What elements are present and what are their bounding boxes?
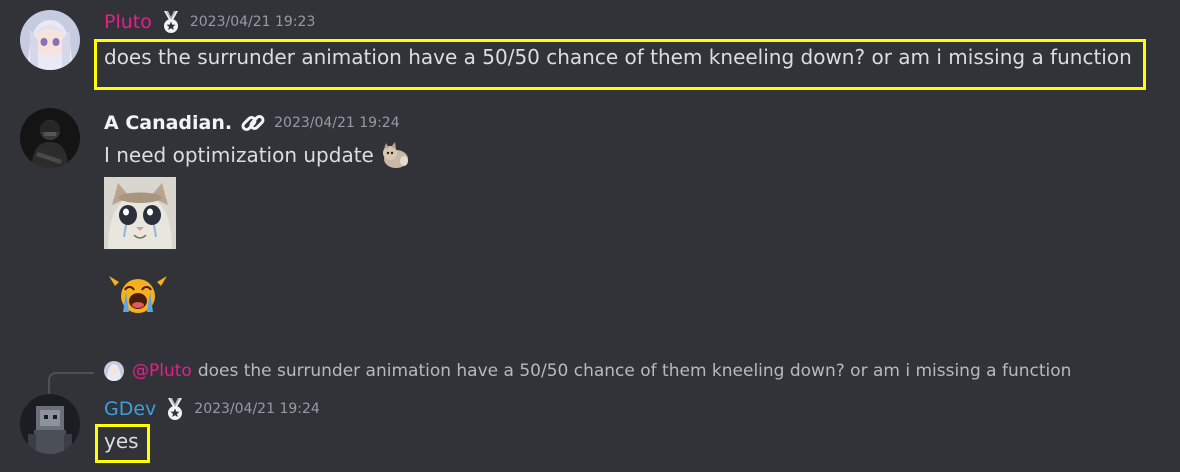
crying-face-emoji[interactable] (105, 272, 171, 316)
reply-mention[interactable]: @Pluto (132, 359, 192, 383)
username-gdev[interactable]: GDev (104, 397, 156, 421)
message-line: I need optimization update (104, 141, 410, 169)
avatar-a-canadian[interactable] (20, 108, 80, 168)
avatar-gdev[interactable] (20, 394, 80, 454)
cat-emoji[interactable] (380, 141, 410, 169)
crying-cat-sticker[interactable] (104, 177, 176, 249)
medal-icon[interactable] (164, 397, 186, 421)
reply-text[interactable]: does the surrunder animation have a 50/5… (198, 359, 1072, 383)
link-icon[interactable] (240, 111, 266, 135)
username-a-canadian[interactable]: A Canadian. (104, 111, 232, 135)
timestamp[interactable]: 2023/04/21 19:24 (194, 397, 320, 421)
message-text: I need optimization update (104, 143, 374, 167)
username-pluto[interactable]: Pluto (104, 10, 152, 34)
highlight-box (94, 39, 1146, 90)
reply-preview[interactable]: @Pluto does the surrunder animation have… (104, 359, 1071, 383)
reply-connector (48, 372, 94, 394)
avatar-pluto[interactable] (20, 10, 80, 70)
reply-avatar[interactable] (104, 361, 124, 381)
medal-icon[interactable] (160, 10, 182, 34)
timestamp[interactable]: 2023/04/21 19:23 (190, 10, 316, 34)
highlight-box (95, 424, 150, 463)
timestamp[interactable]: 2023/04/21 19:24 (274, 111, 400, 135)
